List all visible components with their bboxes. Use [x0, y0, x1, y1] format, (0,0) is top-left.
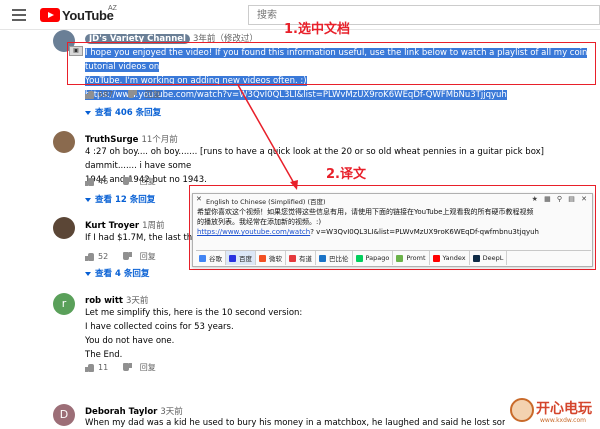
translation-text: 希望你喜欢这个视频！如果您觉得这些信息有用，请使用下面的链接在YouTube上观… — [197, 207, 590, 237]
comment-text-line: I have collected coins for 53 years. — [85, 322, 234, 332]
translation-link[interactable]: https://www.youtube.com/watch — [197, 228, 310, 236]
comment-text-line: The End. — [85, 350, 123, 360]
engine-label: 微软 — [269, 255, 282, 263]
comment-author[interactable]: Kurt Troyer 1周前 — [85, 219, 165, 231]
popup-title: English to Chinese (Simplified) (百度) — [206, 198, 326, 206]
country-code: AZ — [108, 5, 117, 12]
engine-label: Promt — [406, 254, 426, 262]
comment-text-line: When my dad was a kid he used to bury hi… — [85, 418, 505, 428]
popup-header: ✕ English to Chinese (Simplified) (百度) ★… — [193, 194, 592, 206]
engine-icon — [259, 254, 266, 262]
dislike-icon[interactable] — [123, 363, 132, 372]
dislike-icon[interactable] — [123, 252, 132, 261]
view-replies-label[interactable]: 查看 406 条回复 — [95, 108, 161, 118]
engine-label: DeepL — [482, 254, 504, 262]
engine-label: 百度 — [239, 255, 252, 263]
like-icon[interactable] — [85, 252, 94, 261]
selection-highlight-box — [67, 42, 596, 85]
view-replies-label[interactable]: 查看 12 条回复 — [95, 195, 155, 205]
engine-icon — [355, 254, 363, 262]
comment-actions: 11 回复 — [85, 362, 156, 373]
like-icon[interactable] — [85, 363, 94, 372]
expand-arrow-icon — [85, 197, 91, 202]
like-count: 687 — [98, 90, 114, 99]
engine-icon — [472, 254, 480, 262]
author-name[interactable]: TruthSurge — [85, 135, 138, 145]
view-replies-button[interactable]: 查看 4 条回复 — [85, 267, 149, 279]
hamburger-menu-icon[interactable] — [12, 9, 26, 21]
engine-label: Yandex — [442, 254, 466, 262]
view-replies-button[interactable]: 查看 406 条回复 — [85, 106, 161, 118]
like-count: 46 — [98, 177, 109, 186]
engine-tab[interactable]: 巴比伦 — [316, 251, 353, 265]
engine-tab[interactable]: DeepL — [470, 251, 508, 265]
view-replies-button[interactable]: 查看 12 条回复 — [85, 193, 155, 205]
comment-text: Let me simplify this, here is the 10 sec… — [85, 306, 302, 362]
avatar-letter: r — [61, 297, 67, 310]
expand-arrow-icon — [85, 110, 91, 115]
comment-author[interactable]: rob witt 3天前 — [85, 294, 148, 306]
like-icon[interactable] — [85, 90, 94, 99]
avatar[interactable]: D — [53, 404, 75, 426]
watermark-text: 开心电玩 — [536, 401, 592, 417]
view-replies-label[interactable]: 查看 4 条回复 — [95, 269, 149, 279]
engine-tab[interactable]: 微软 — [256, 251, 286, 265]
expand-arrow-icon — [85, 271, 91, 276]
comment-time[interactable]: 3天前 — [126, 296, 148, 306]
reply-button[interactable]: 回复 — [140, 362, 156, 373]
translation-line: 的播放列表。我经常在添加新的视频。:) — [197, 218, 322, 226]
annotation-step2: 2.译文 — [326, 167, 366, 182]
youtube-logo-icon[interactable] — [40, 8, 60, 22]
engine-tab[interactable]: 谷歌 — [196, 251, 226, 265]
reply-button[interactable]: 回复 — [140, 176, 156, 187]
comment-author[interactable]: TruthSurge 11个月前 — [85, 133, 178, 145]
dislike-icon[interactable] — [128, 90, 137, 99]
comment-actions: 687 回复 — [85, 89, 161, 100]
engine-icon — [319, 254, 326, 262]
engine-tab[interactable]: Papago — [353, 251, 394, 265]
engine-label: 巴比伦 — [329, 255, 349, 263]
like-count: 11 — [98, 363, 109, 372]
comment-time[interactable]: 11个月前 — [141, 135, 177, 145]
engine-tab[interactable]: Yandex — [430, 251, 470, 265]
avatar[interactable] — [53, 217, 75, 239]
popup-toolbar-icons[interactable]: ★ ▦ ⚲ ▤ ✕ — [532, 195, 589, 203]
engine-tab[interactable]: Promt — [393, 251, 430, 265]
comment-actions: 46 回复 — [85, 176, 156, 187]
translation-link-rest: ? v=W3QvI0QL3LI&list=PLWvMzUX9roK6WEqDf-… — [310, 228, 539, 236]
comment-text: When my dad was a kid he used to bury hi… — [85, 416, 505, 429]
watermark-url: www.kxdw.com — [540, 417, 586, 424]
comment-actions: 52 回复 — [85, 251, 156, 262]
engine-label: Papago — [365, 254, 390, 262]
engine-label: 有道 — [299, 255, 312, 263]
author-name[interactable]: rob witt — [85, 296, 123, 306]
comment-time[interactable]: 1周前 — [142, 221, 164, 231]
watermark-logo-icon — [510, 398, 534, 422]
engine-bar: 谷歌 百度 微软 有道 巴比伦 Papago Promt Yandex DeepL — [196, 250, 591, 265]
translation-line: 希望你喜欢这个视频！如果您觉得这些信息有用，请使用下面的链接在YouTube上观… — [197, 208, 534, 216]
avatar[interactable] — [53, 131, 75, 153]
reply-button[interactable]: 回复 — [140, 251, 156, 262]
reply-button[interactable]: 回复 — [145, 89, 161, 100]
avatar[interactable]: r — [53, 293, 75, 315]
engine-tab[interactable]: 百度 — [226, 251, 256, 265]
comment-text-line: You do not have one. — [85, 336, 175, 346]
engine-icon — [289, 254, 296, 262]
engine-icon — [199, 254, 206, 262]
like-icon[interactable] — [85, 177, 94, 186]
like-count: 52 — [98, 252, 109, 261]
engine-label: 谷歌 — [209, 255, 222, 263]
engine-tab[interactable]: 有道 — [286, 251, 316, 265]
engine-icon — [396, 254, 404, 262]
close-icon[interactable]: ✕ — [196, 195, 202, 203]
comment-text-line: Let me simplify this, here is the 10 sec… — [85, 308, 303, 318]
dislike-icon[interactable] — [123, 177, 132, 186]
youtube-wordmark[interactable]: YouTube — [62, 8, 114, 23]
engine-icon — [229, 254, 236, 262]
engine-icon — [432, 254, 440, 262]
author-name[interactable]: Kurt Troyer — [85, 221, 139, 231]
annotation-step1: 1.选中文档 — [284, 22, 350, 37]
avatar-letter: D — [59, 408, 69, 421]
translation-popup: ✕ English to Chinese (Simplified) (百度) ★… — [192, 193, 593, 267]
